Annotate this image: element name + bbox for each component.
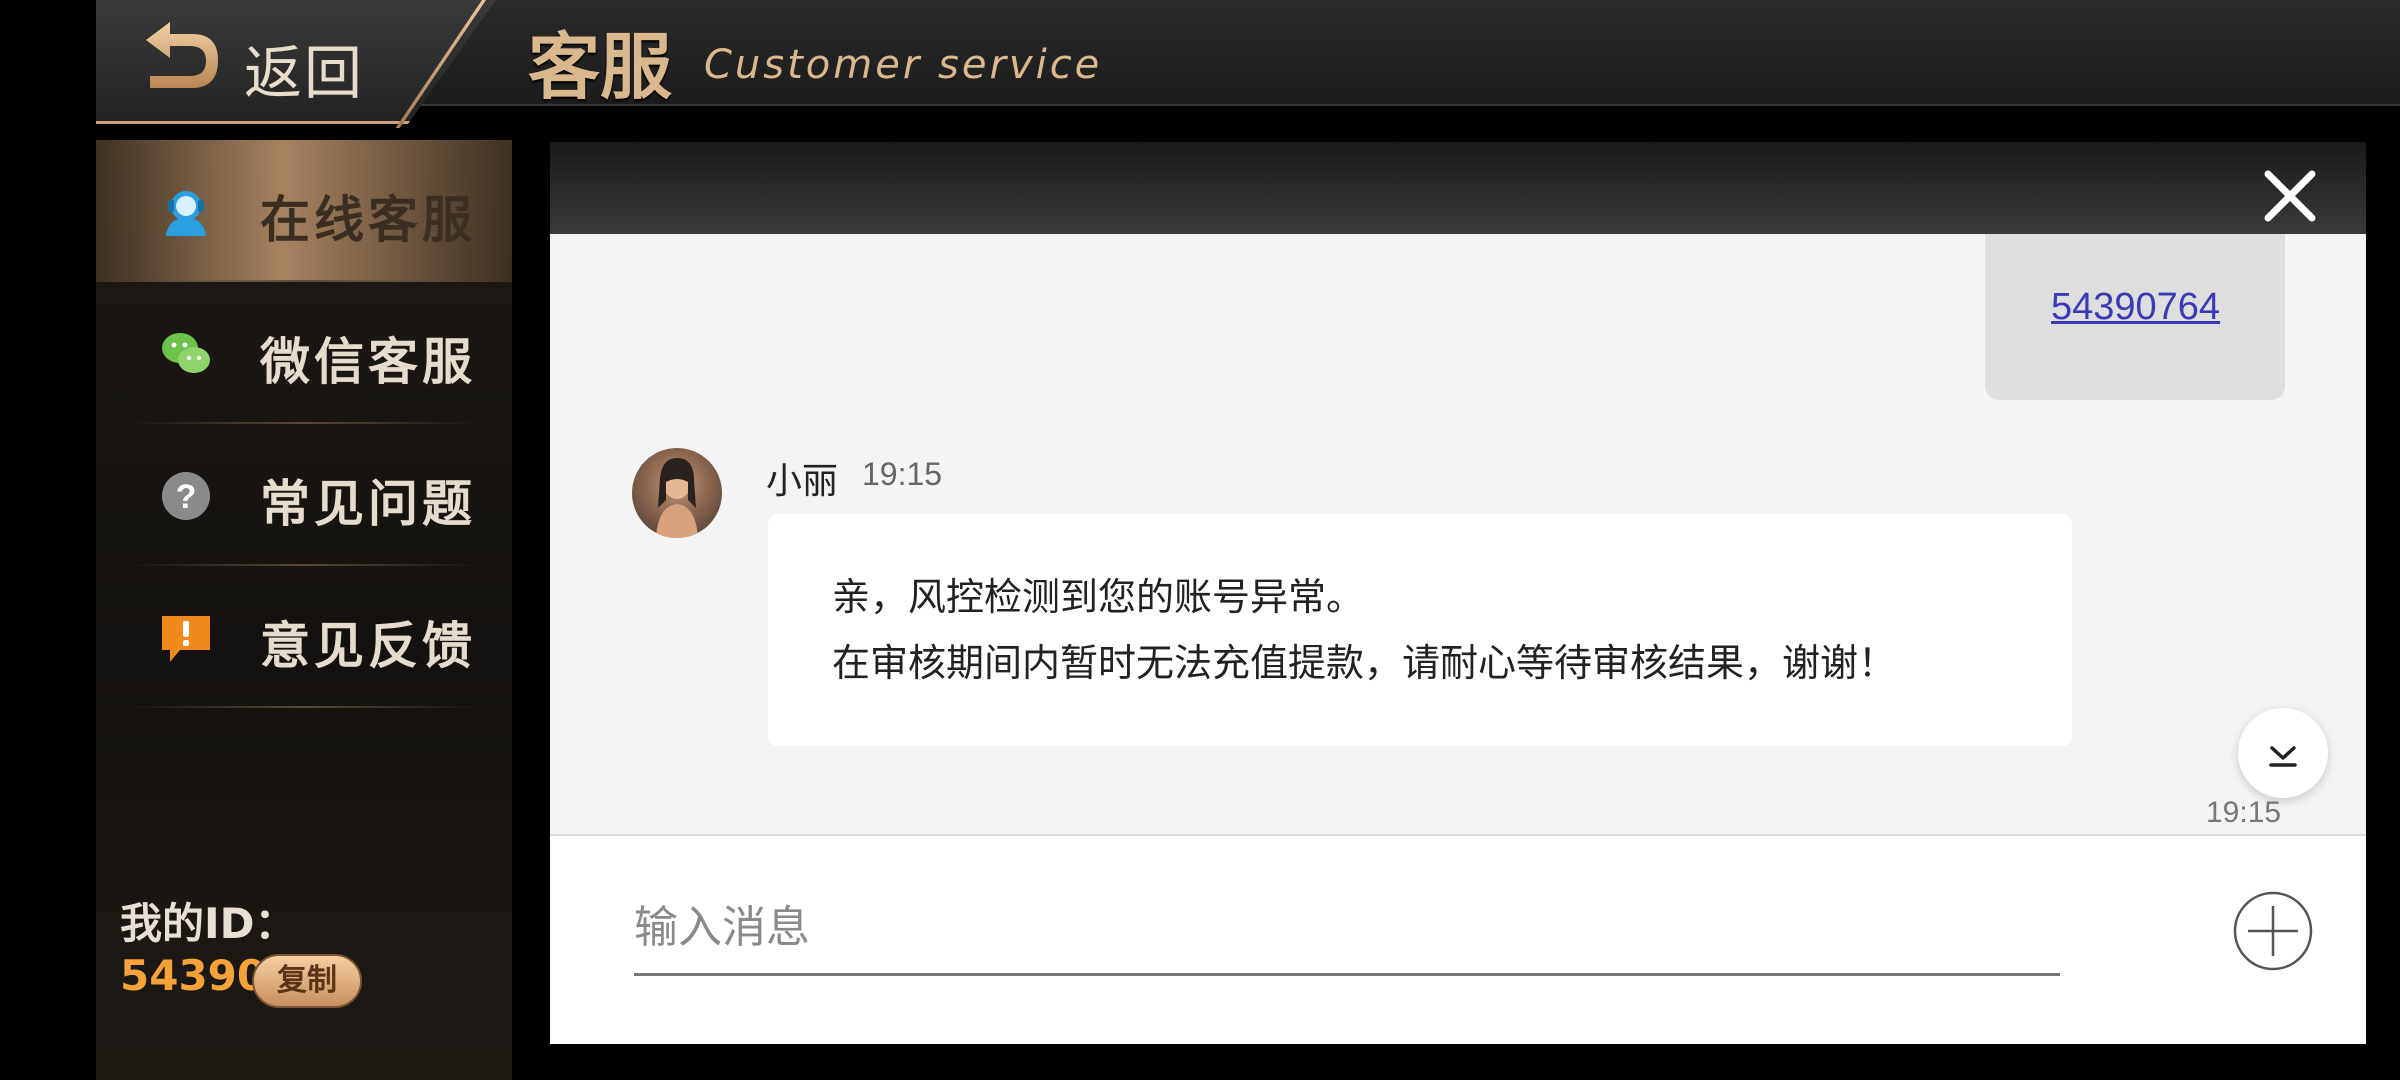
- sidebar-item-online-service[interactable]: 在线客服: [96, 140, 512, 282]
- sidebar-item-feedback[interactable]: 意见反馈: [96, 566, 512, 708]
- chat-panel-titlebar: [550, 142, 2366, 234]
- chevron-down-icon: [2269, 746, 2297, 767]
- message-composer: [550, 834, 2366, 1044]
- message-text-line: 亲，风控检测到您的账号异常。: [832, 575, 1365, 619]
- sidebar-item-label: 在线客服: [260, 191, 476, 249]
- sent-message-bubble: 54390764: [1985, 234, 2285, 400]
- sidebar-item-label: 微信客服: [260, 333, 476, 391]
- copy-id-button[interactable]: 复制: [252, 954, 362, 1008]
- chat-panel: 54390764 小丽 19:15 亲，风控检测到您的账号异常。 在审核期间内暂…: [550, 142, 2366, 1044]
- my-id-label: 我的ID：: [120, 899, 297, 948]
- avatar-image: [656, 458, 698, 538]
- sender-name: 小丽: [766, 461, 839, 502]
- page-title: 客服: [528, 25, 673, 109]
- sidebar-item-faq[interactable]: ? 常见问题: [96, 424, 512, 566]
- message-input[interactable]: [634, 882, 2060, 976]
- sidebar-item-wechat-service[interactable]: 微信客服: [96, 282, 512, 424]
- add-attachment-icon[interactable]: [2232, 890, 2314, 972]
- page-subtitle: Customer service: [704, 42, 1103, 88]
- sidebar-item-label: 常见问题: [260, 475, 476, 533]
- scroll-to-bottom-button[interactable]: [2238, 708, 2328, 798]
- wechat-icon: [162, 333, 210, 373]
- sidebar-item-label: 意见反馈: [260, 617, 476, 675]
- message-time: 19:15: [2206, 796, 2282, 829]
- avatar[interactable]: [632, 448, 722, 538]
- sent-message-link[interactable]: 54390764: [2051, 286, 2220, 329]
- question-icon: ?: [162, 472, 210, 520]
- message-time: 19:15: [862, 456, 943, 492]
- agent-icon: [166, 191, 206, 236]
- back-arrow-icon: [146, 22, 218, 88]
- divider: [126, 706, 482, 708]
- svg-text:?: ?: [176, 478, 197, 516]
- sidebar: 在线客服 微信客服 ? 常见问题 意见反馈 我的ID：54390764 复制: [96, 140, 512, 1080]
- top-header: 返回 客服 Customer service: [96, 0, 2400, 128]
- message-text-line: 在审核期间内暂时无法充值提款，请耐心等待审核结果，谢谢！: [832, 641, 1897, 685]
- message-list[interactable]: 54390764 小丽 19:15 亲，风控检测到您的账号异常。 在审核期间内暂…: [550, 234, 2366, 834]
- back-button[interactable]: 返回: [96, 0, 496, 124]
- received-message-bubble: 亲，风控检测到您的账号异常。 在审核期间内暂时无法充值提款，请耐心等待审核结果，…: [768, 514, 2072, 746]
- back-label: 返回: [244, 39, 365, 107]
- close-icon[interactable]: [2262, 168, 2318, 224]
- feedback-icon: [162, 616, 210, 662]
